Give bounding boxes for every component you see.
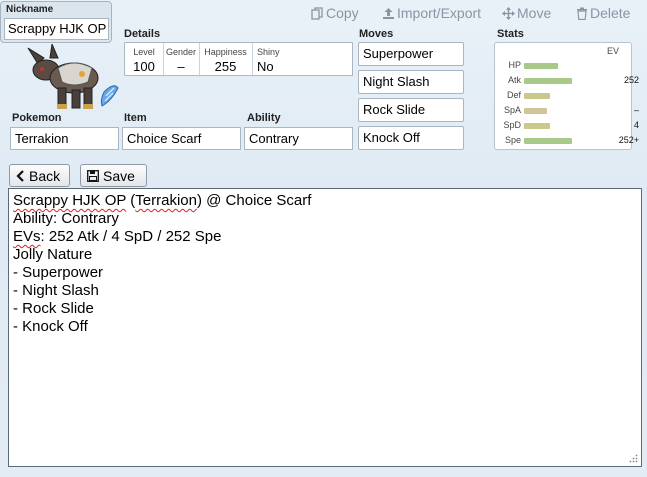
floppy-disk-icon: [87, 169, 99, 182]
stat-bar: [524, 63, 558, 69]
export-ev-values: : 252 Atk / 4 SpD / 252 Spe: [40, 228, 222, 245]
happiness-value: 255: [214, 59, 237, 74]
stat-row-spe: Spe 252+: [495, 134, 645, 148]
gender-cell: Gender –: [163, 43, 200, 77]
export-species: Terrakion: [135, 192, 197, 209]
chevron-left-icon: [16, 169, 24, 182]
stat-bar: [524, 108, 547, 114]
stat-bar: [524, 138, 572, 144]
export-line-move-2: - Night Slash: [13, 282, 99, 299]
copy-button[interactable]: Copy: [311, 5, 359, 21]
level-cell: Level 100: [125, 43, 164, 77]
stat-name: SpA: [503, 105, 521, 115]
pokemon-sprite: [22, 42, 122, 112]
item-label: Item: [124, 112, 147, 124]
export-line-move-4: - Knock Off: [13, 318, 88, 335]
export-line-nature: Jolly Nature: [13, 246, 93, 263]
details-panel[interactable]: Level 100 Gender – Happiness 255 Shiny N…: [124, 42, 353, 77]
details-label: Details: [124, 28, 161, 40]
level-label: Level: [133, 47, 155, 57]
stat-row-hp: HP: [495, 59, 645, 73]
ev-header: EV: [606, 46, 619, 56]
back-label: Back: [29, 167, 61, 184]
upload-icon: [383, 7, 394, 19]
shiny-label: Shiny: [257, 47, 280, 57]
stat-ev-value: 4: [633, 120, 639, 130]
import-export-label: Import/Export: [397, 5, 482, 21]
save-label: Save: [103, 167, 135, 184]
import-export-button[interactable]: Import/Export: [382, 5, 481, 21]
move-button[interactable]: Move: [502, 5, 551, 21]
stat-name: SpD: [503, 120, 521, 130]
resize-handle-icon[interactable]: [628, 453, 638, 463]
back-button[interactable]: Back: [9, 164, 70, 187]
move-input-1[interactable]: Superpower: [358, 42, 464, 66]
stat-row-spd: SpD 4: [495, 119, 645, 133]
gender-label: Gender: [165, 47, 197, 57]
stat-name: Spe: [504, 135, 521, 145]
stat-bar: [524, 78, 572, 84]
stat-row-spa: SpA –: [495, 104, 645, 118]
export-line-move-3: - Rock Slide: [13, 300, 94, 317]
move-input-2[interactable]: Night Slash: [358, 70, 464, 94]
export-nickname: Scrappy HJK OP: [13, 192, 127, 209]
nickname-label: Nickname: [6, 4, 54, 15]
stat-row-def: Def: [495, 89, 645, 103]
pokemon-input[interactable]: Terrakion: [10, 127, 119, 150]
happiness-label: Happiness: [204, 47, 247, 57]
delete-button[interactable]: Delete: [576, 5, 630, 21]
ability-input[interactable]: Contrary: [244, 127, 353, 150]
move-arrows-icon: [502, 6, 515, 20]
stat-name: Atk: [507, 75, 521, 85]
item-input[interactable]: Choice Scarf: [122, 127, 241, 150]
stat-ev-value: –: [633, 105, 639, 115]
move-label: Move: [517, 5, 552, 21]
export-ev-prefix: EVs: [13, 228, 41, 245]
stat-ev-value: 252+: [618, 135, 639, 145]
pokemon-label: Pokemon: [12, 112, 62, 124]
shiny-value: No: [257, 59, 274, 74]
shiny-cell: Shiny No: [252, 43, 352, 77]
nickname-group: Nickname Scrappy HJK OP: [0, 1, 112, 43]
level-value: 100: [133, 59, 155, 74]
copy-icon: [311, 6, 323, 20]
export-item: Choice Scarf: [225, 192, 312, 209]
stat-ev-value: 252: [623, 75, 639, 85]
move-input-4[interactable]: Knock Off: [358, 126, 464, 150]
stat-bar: [524, 123, 550, 129]
export-line-evs: EVs: 252 Atk / 4 SpD / 252 Spe: [13, 228, 637, 246]
happiness-cell: Happiness 255: [199, 43, 253, 77]
ability-label: Ability: [247, 112, 281, 124]
moves-label: Moves: [359, 28, 394, 40]
save-button[interactable]: Save: [80, 164, 147, 187]
stat-name: Def: [506, 90, 521, 100]
stats-panel[interactable]: EV HP Atk 252 Def SpA – SpD 4 Spe 252+: [494, 42, 639, 150]
stat-bar: [524, 93, 550, 99]
stat-name: HP: [508, 60, 521, 70]
move-input-3[interactable]: Rock Slide: [358, 98, 464, 122]
nickname-input[interactable]: Scrappy HJK OP: [4, 18, 109, 40]
export-line-ability: Ability: Contrary: [13, 210, 119, 227]
stats-label: Stats: [497, 28, 524, 40]
gender-value: –: [177, 59, 185, 74]
delete-label: Delete: [590, 5, 631, 21]
export-line-header: Scrappy HJK OP (Terrakion) @ Choice Scar…: [13, 192, 312, 209]
export-textarea[interactable]: Scrappy HJK OP (Terrakion) @ Choice Scar…: [8, 188, 642, 467]
trash-icon: [577, 7, 587, 20]
copy-label: Copy: [326, 5, 359, 21]
export-line-move-1: - Superpower: [13, 264, 104, 281]
stat-row-atk: Atk 252: [495, 74, 645, 88]
